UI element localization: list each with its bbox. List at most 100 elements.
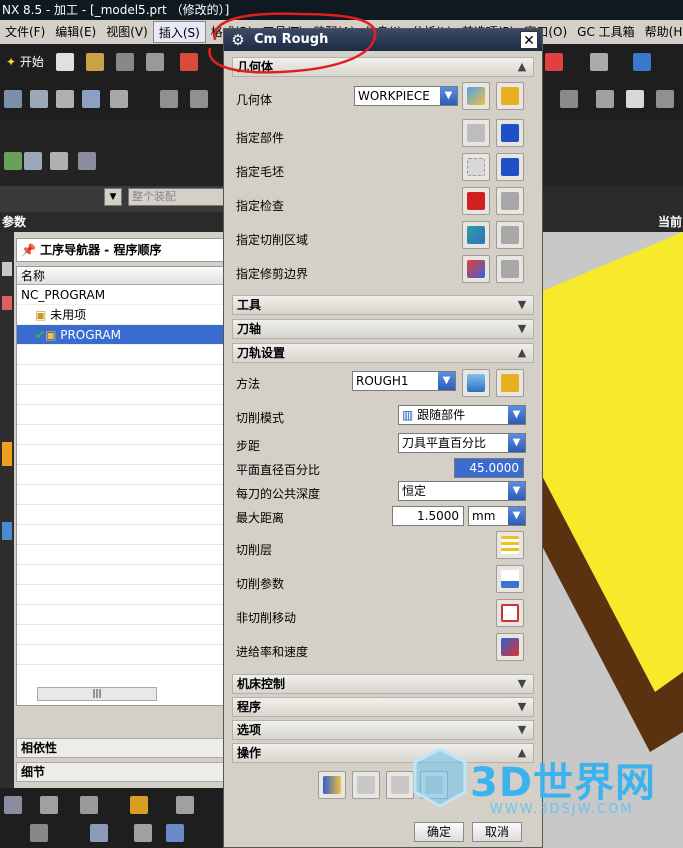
new-method-button[interactable]	[462, 369, 490, 397]
verify-icon[interactable]	[130, 796, 148, 814]
tool-icon-e[interactable]	[90, 824, 108, 842]
create-program-icon[interactable]	[4, 90, 22, 108]
specify-check-button[interactable]	[462, 187, 490, 215]
report-icon[interactable]	[626, 90, 644, 108]
menu-gc-toolbox[interactable]: GC 工具箱	[572, 21, 640, 43]
feeds-speeds-button[interactable]	[496, 633, 524, 661]
create-method-icon[interactable]	[82, 90, 100, 108]
save-icon[interactable]	[116, 53, 134, 71]
flat-percent-input[interactable]: 45.0000	[454, 458, 524, 478]
menu-help[interactable]: 帮助(H)	[640, 21, 683, 43]
machine-view-icon[interactable]	[24, 152, 42, 170]
filter-dropdown-arrow[interactable]: ▼	[104, 188, 122, 206]
detail-panel[interactable]: 细节	[16, 762, 224, 782]
resource-tab-icon[interactable]	[2, 262, 12, 276]
geometry-select[interactable]: WORKPIECE ▼	[354, 86, 458, 106]
non-cut-moves-button[interactable]	[496, 599, 524, 627]
generate-button[interactable]	[318, 771, 346, 799]
pin-icon[interactable]: 📌	[21, 243, 40, 257]
specify-cut-area-label: 指定切削区域	[236, 233, 309, 247]
render-style-icon[interactable]	[590, 53, 608, 71]
resource-tab-icon-4[interactable]	[2, 522, 12, 540]
cut-icon[interactable]	[180, 53, 198, 71]
cut-params-button[interactable]	[496, 565, 524, 593]
tree-row-unused[interactable]: ▣ 未用项	[17, 305, 223, 325]
open-folder-icon[interactable]	[86, 53, 104, 71]
section-path-settings[interactable]: 刀轨设置 ▲	[232, 343, 534, 363]
close-icon[interactable]: ✕	[520, 31, 538, 49]
tool-icon-d[interactable]	[30, 824, 48, 842]
link-icon[interactable]	[176, 796, 194, 814]
edit-geometry-button[interactable]	[496, 82, 524, 110]
menu-view[interactable]: 视图(V)	[101, 21, 153, 43]
section-program[interactable]: 程序 ▼	[232, 697, 534, 717]
gear-icon[interactable]: ⚙	[229, 31, 247, 49]
tool-icon-a[interactable]	[4, 796, 22, 814]
stepover-select[interactable]: 刀具平直百分比 ▼	[398, 433, 526, 453]
max-distance-input[interactable]: 1.5000	[392, 506, 464, 526]
specify-blank-button[interactable]	[462, 153, 490, 181]
replay-path-icon[interactable]	[190, 90, 208, 108]
graphics-viewport[interactable]: 当前	[540, 212, 683, 848]
specify-part-button[interactable]	[462, 119, 490, 147]
shaded-cube-icon[interactable]	[633, 53, 651, 71]
section-geometry[interactable]: 几何体 ▲	[232, 57, 534, 77]
new-file-icon[interactable]	[56, 53, 74, 71]
section-axis[interactable]: 刀轴 ▼	[232, 319, 534, 339]
specify-trim-button[interactable]	[462, 255, 490, 283]
tree-row-program[interactable]: ✔▣ PROGRAM	[17, 325, 223, 345]
cancel-button[interactable]: 取消	[472, 822, 522, 842]
new-geometry-button[interactable]	[462, 82, 490, 110]
resource-tab-icon-3[interactable]	[2, 442, 12, 466]
create-tool-icon[interactable]	[30, 90, 48, 108]
list-icon[interactable]	[560, 90, 578, 108]
program-view-icon[interactable]	[4, 152, 22, 170]
method-view-icon[interactable]	[78, 152, 96, 170]
part-model[interactable]	[540, 212, 683, 848]
list-button[interactable]	[420, 771, 448, 799]
display-blank-button[interactable]	[496, 153, 524, 181]
method-select[interactable]: ROUGH1 ▼	[352, 371, 456, 391]
tool-icon-g[interactable]	[166, 824, 184, 842]
display-part-button[interactable]	[496, 119, 524, 147]
tree-empty-row	[17, 365, 223, 385]
tool-icon-b[interactable]	[40, 796, 58, 814]
section-tool[interactable]: 工具 ▼	[232, 295, 534, 315]
display-trim-button[interactable]	[496, 255, 524, 283]
geometry-view-icon[interactable]	[50, 152, 68, 170]
column-header-name[interactable]: 名称	[17, 267, 223, 285]
horizontal-scrollbar[interactable]: |||	[37, 687, 157, 701]
shop-doc-icon[interactable]	[596, 90, 614, 108]
common-depth-select[interactable]: 恒定 ▼	[398, 481, 526, 501]
section-actions[interactable]: 操作 ▲	[232, 743, 534, 763]
create-operation-icon[interactable]	[110, 90, 128, 108]
tool-icon-f[interactable]	[134, 824, 152, 842]
section-machine-control[interactable]: 机床控制 ▼	[232, 674, 534, 694]
tree-row-nc-program[interactable]: NC_PROGRAM	[17, 285, 223, 305]
print-icon[interactable]	[146, 53, 164, 71]
generate-path-icon[interactable]	[160, 90, 178, 108]
specify-cut-area-button[interactable]	[462, 221, 490, 249]
resource-tab-icon-2[interactable]	[2, 296, 12, 310]
replay-button[interactable]	[352, 771, 380, 799]
dependency-panel[interactable]: 相依性	[16, 738, 224, 758]
fit-view-icon[interactable]	[545, 53, 563, 71]
create-geometry-icon[interactable]	[56, 90, 74, 108]
section-options[interactable]: 选项 ▼	[232, 720, 534, 740]
unit-select[interactable]: mm ▼	[468, 506, 526, 526]
assembly-filter[interactable]: 整个装配	[128, 188, 228, 206]
dialog-title-bar[interactable]: ⚙ Cm Rough ✕	[224, 29, 542, 51]
menu-insert[interactable]: 插入(S)	[152, 21, 206, 43]
menu-file[interactable]: 文件(F)	[0, 21, 50, 43]
verify-button[interactable]	[386, 771, 414, 799]
clock-icon[interactable]	[656, 90, 674, 108]
display-cut-area-button[interactable]	[496, 221, 524, 249]
display-check-button[interactable]	[496, 187, 524, 215]
ok-button[interactable]: 确定	[414, 822, 464, 842]
cut-levels-button[interactable]	[496, 531, 524, 559]
menu-edit[interactable]: 编辑(E)	[50, 21, 101, 43]
start-button[interactable]: ✦ 开始	[6, 53, 44, 70]
tool-icon-c[interactable]	[80, 796, 98, 814]
edit-method-button[interactable]	[496, 369, 524, 397]
cut-pattern-select[interactable]: ▥ 跟随部件 ▼	[398, 405, 526, 425]
